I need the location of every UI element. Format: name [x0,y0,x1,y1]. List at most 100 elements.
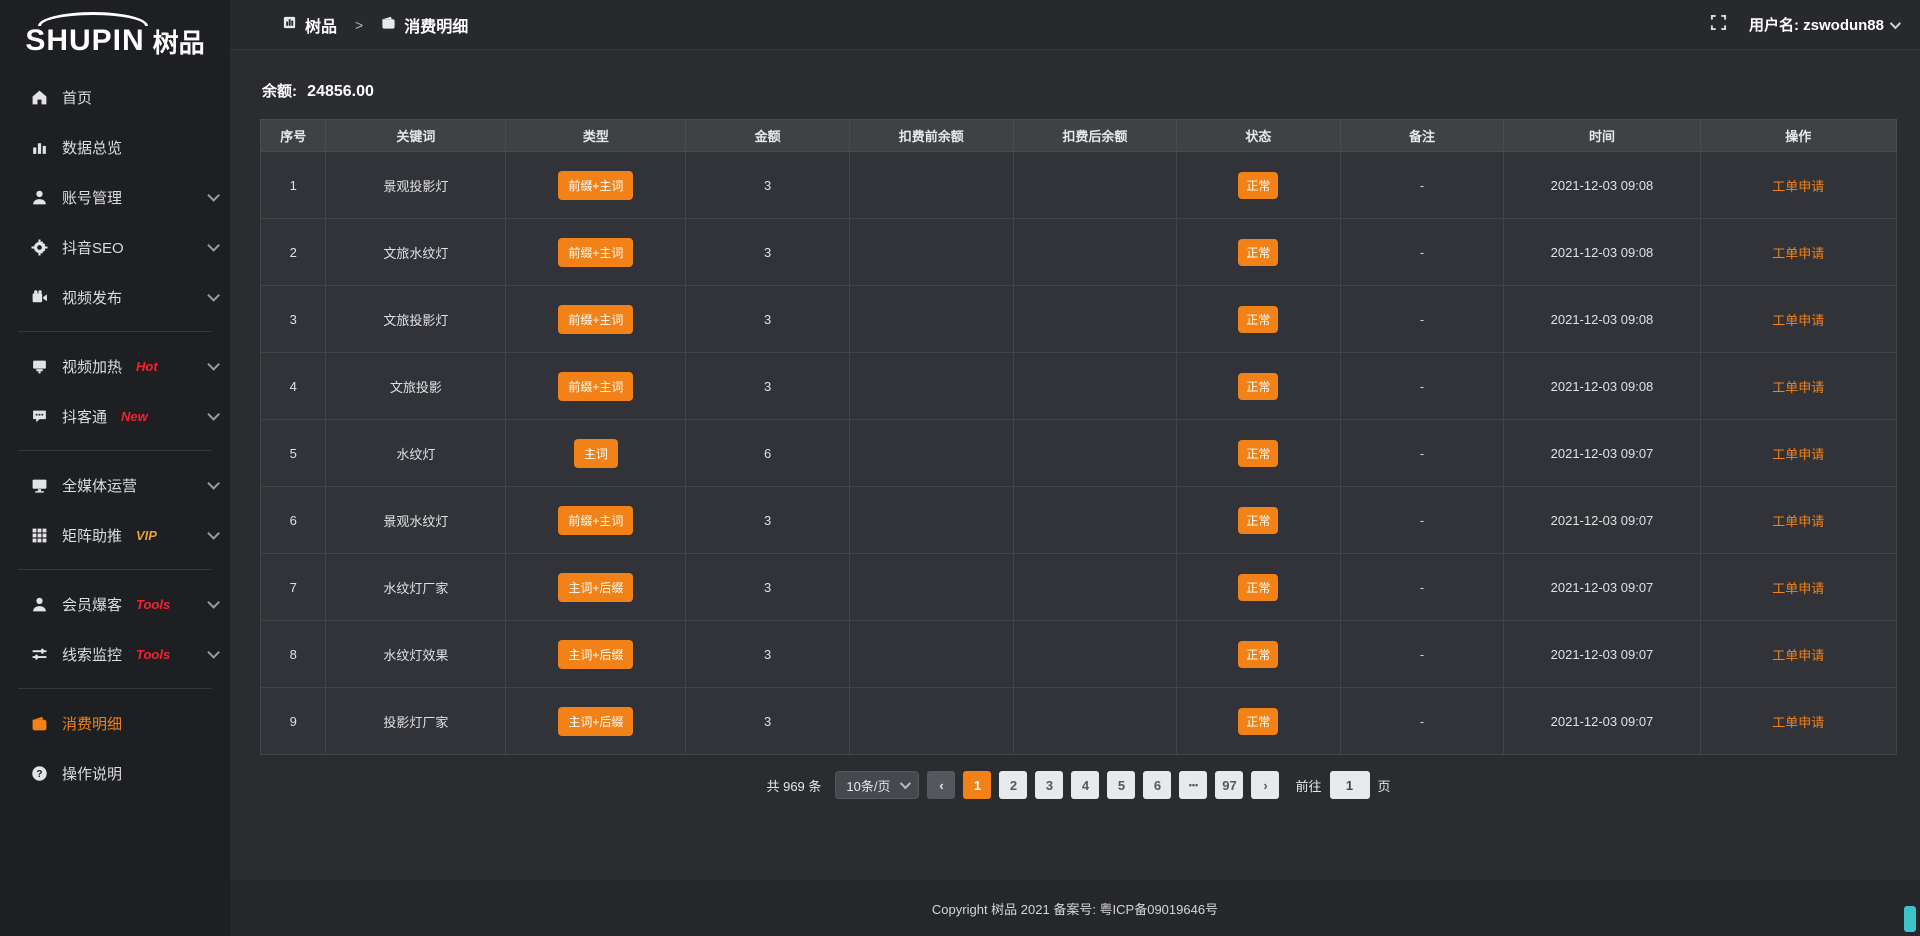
cell-time: 2021-12-03 09:08 [1504,353,1700,420]
topbar-right: 用户名: zswodun88 [1710,14,1898,36]
cell-action[interactable]: 工单申请 [1700,688,1896,755]
sidebar-item-douyin-seo[interactable]: 抖音SEO [0,222,230,272]
cell-amount: 3 [686,688,850,755]
cell-pre-balance-masked [849,621,1013,688]
chevron-down-icon [207,477,220,490]
sidebar-item-data-overview[interactable]: 数据总览 [0,122,230,172]
column-header: 扣费前余额 [849,120,1013,152]
cell-action[interactable]: 工单申请 [1700,152,1896,219]
work-order-link[interactable]: 工单申请 [1772,514,1824,529]
pagination-ellipsis[interactable]: ••• [1179,771,1207,799]
table-row: 1景观投影灯前缀+主词3正常-2021-12-03 09:08工单申请 [261,152,1897,219]
sidebar-item-label: 操作说明 [62,763,122,784]
cell-remark: - [1340,152,1504,219]
cell-time: 2021-12-03 09:08 [1504,286,1700,353]
breadcrumb-item-current[interactable]: 消费明细 [404,13,468,37]
table-row: 8水纹灯效果主词+后缀3正常-2021-12-03 09:07工单申请 [261,621,1897,688]
pagination-page-2[interactable]: 2 [999,771,1027,799]
breadcrumb-wallet-icon [381,15,396,35]
cell-post-balance-masked [1013,621,1177,688]
type-badge: 前缀+主词 [558,305,633,334]
pagination-page-97[interactable]: 97 [1215,771,1243,799]
pagination-prev-button[interactable]: ‹ [927,771,955,799]
sidebar-item-consumption-detail[interactable]: 消费明细 [0,698,230,748]
cell-remark: - [1340,487,1504,554]
table-header-row: 序号关键词类型金额扣费前余额扣费后余额状态备注时间操作 [261,120,1897,152]
sidebar-item-tag: Tools [136,647,170,662]
work-order-link[interactable]: 工单申请 [1772,447,1824,462]
pagination-page-6[interactable]: 6 [1143,771,1171,799]
work-order-link[interactable]: 工单申请 [1772,313,1824,328]
chat-icon [30,407,48,425]
cell-status: 正常 [1177,688,1341,755]
column-header: 时间 [1504,120,1700,152]
pagination-page-4[interactable]: 4 [1071,771,1099,799]
sidebar-item-clue-monitor[interactable]: 线索监控Tools [0,629,230,679]
content-area: 余额: 24856.00 序号关键词类型金额扣费前余额扣费后余额状态备注时间操作… [230,50,1920,880]
floating-widget[interactable] [1904,906,1916,932]
work-order-link[interactable]: 工单申请 [1772,581,1824,596]
sidebar-item-video-publish[interactable]: 视频发布 [0,272,230,322]
user-menu[interactable]: 用户名: zswodun88 [1749,14,1898,35]
cell-keyword: 景观水纹灯 [326,487,506,554]
cell-action[interactable]: 工单申请 [1700,219,1896,286]
sidebar-item-account-mgmt[interactable]: 账号管理 [0,172,230,222]
cell-time: 2021-12-03 09:07 [1504,487,1700,554]
pagination-page-5[interactable]: 5 [1107,771,1135,799]
status-badge: 正常 [1238,239,1278,266]
video-icon [30,288,48,306]
chevron-down-icon [207,408,220,421]
column-header: 关键词 [326,120,506,152]
page-size-select[interactable]: 10条/页 [835,771,919,799]
cell-action[interactable]: 工单申请 [1700,621,1896,688]
pagination-next-button[interactable]: › [1251,771,1279,799]
user-icon [30,188,48,206]
chevron-down-icon [207,527,220,540]
sidebar-item-home[interactable]: 首页 [0,72,230,122]
cell-time: 2021-12-03 09:08 [1504,219,1700,286]
cell-index: 2 [261,219,326,286]
cell-index: 9 [261,688,326,755]
column-header: 类型 [506,120,686,152]
cell-index: 4 [261,353,326,420]
cell-action[interactable]: 工单申请 [1700,487,1896,554]
cell-action[interactable]: 工单申请 [1700,286,1896,353]
work-order-link[interactable]: 工单申请 [1772,380,1824,395]
monitor-icon [30,476,48,494]
sidebar-item-operation-guide[interactable]: ?操作说明 [0,748,230,798]
chevron-down-icon [207,189,220,202]
work-order-link[interactable]: 工单申请 [1772,715,1824,730]
pagination-total: 共 969 条 [766,776,821,795]
type-badge: 前缀+主词 [558,171,633,200]
cell-amount: 3 [686,487,850,554]
wallet-icon [30,714,48,732]
goto-page-input[interactable] [1330,771,1370,799]
cell-time: 2021-12-03 09:07 [1504,554,1700,621]
sidebar-item-member-baoke[interactable]: 会员爆客Tools [0,579,230,629]
sidebar-item-douketong[interactable]: 抖客通New [0,391,230,441]
fullscreen-icon[interactable] [1710,14,1727,36]
cell-remark: - [1340,420,1504,487]
cell-action[interactable]: 工单申请 [1700,420,1896,487]
breadcrumb-item-root[interactable]: 树品 [305,13,337,37]
work-order-link[interactable]: 工单申请 [1772,648,1824,663]
sidebar: SHUPIN 树品 首页数据总览账号管理抖音SEO视频发布视频加热Hot抖客通N… [0,0,230,936]
sidebar-item-label: 首页 [62,87,92,108]
cell-action[interactable]: 工单申请 [1700,554,1896,621]
work-order-link[interactable]: 工单申请 [1772,179,1824,194]
pagination-page-3[interactable]: 3 [1035,771,1063,799]
cell-action[interactable]: 工单申请 [1700,353,1896,420]
work-order-link[interactable]: 工单申请 [1772,246,1824,261]
sidebar-item-matrix-boost[interactable]: 矩阵助推VIP [0,510,230,560]
cell-index: 1 [261,152,326,219]
cell-status: 正常 [1177,420,1341,487]
chevron-down-icon [1890,17,1901,28]
pagination-page-1[interactable]: 1 [963,771,991,799]
cell-pre-balance-masked [849,688,1013,755]
sidebar-item-media-ops[interactable]: 全媒体运营 [0,460,230,510]
cell-status: 正常 [1177,487,1341,554]
sidebar-divider [18,331,212,332]
sidebar-item-video-heat[interactable]: 视频加热Hot [0,341,230,391]
consumption-table: 序号关键词类型金额扣费前余额扣费后余额状态备注时间操作 1景观投影灯前缀+主词3… [260,119,1897,755]
cell-index: 7 [261,554,326,621]
